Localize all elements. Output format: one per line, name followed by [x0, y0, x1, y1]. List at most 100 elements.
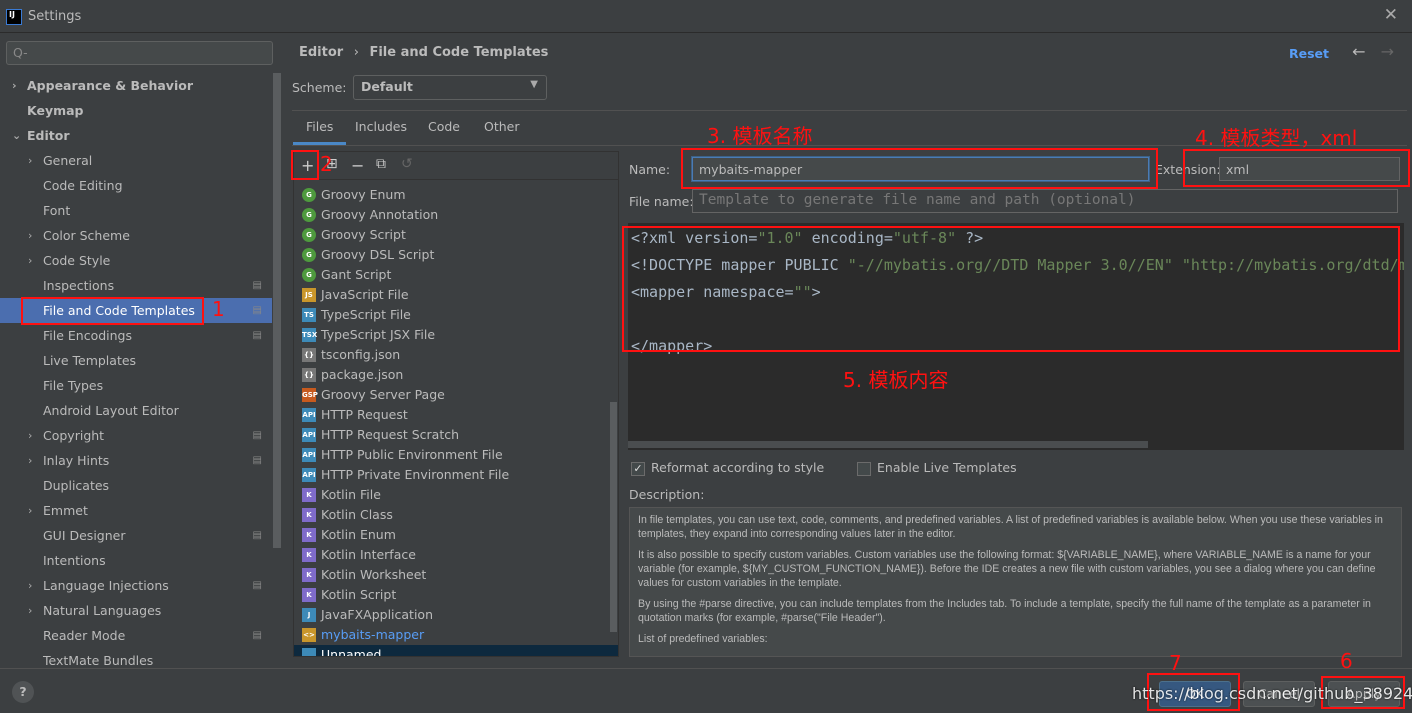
template-name: mybaits-mapper [321, 627, 425, 642]
annotation-box [291, 150, 319, 180]
template-list-item[interactable]: TS TypeScript File [294, 305, 618, 325]
template-list-item[interactable]: K Kotlin Class [294, 505, 618, 525]
template-list-item[interactable]: K Kotlin Enum [294, 525, 618, 545]
annotation-label: 6 [1340, 649, 1353, 673]
tab-includes[interactable]: Includes [342, 119, 420, 145]
annotation-label: 2 [320, 152, 333, 176]
template-list-item[interactable]: G Groovy Script [294, 225, 618, 245]
breadcrumb: Editor › File and Code Templates [299, 45, 548, 60]
help-button[interactable]: ? [12, 681, 34, 703]
file-name-input[interactable]: Template to generate file name and path … [692, 189, 1398, 213]
template-list-item[interactable]: API HTTP Request [294, 405, 618, 425]
template-list-item[interactable]: J JavaFXApplication [294, 605, 618, 625]
history-nav: ← → [1352, 42, 1394, 61]
sidebar-item[interactable]: › Appearance & Behavior [0, 73, 272, 98]
template-list-item[interactable]: {} package.json [294, 365, 618, 385]
template-list-item[interactable]: {} tsconfig.json [294, 345, 618, 365]
sidebar-item[interactable]: File Encodings ▤ [0, 323, 272, 348]
template-list-item[interactable]: K Kotlin File [294, 485, 618, 505]
reformat-checkbox[interactable]: ✓ Reformat according to style [631, 460, 824, 476]
sidebar-item[interactable]: › Inlay Hints ▤ [0, 448, 272, 473]
scheme-select[interactable]: Default ▼ [353, 75, 547, 100]
chevron-right-icon[interactable]: › [28, 598, 40, 623]
template-list-item[interactable]: G Groovy Annotation [294, 205, 618, 225]
template-list-item[interactable]: K Kotlin Worksheet [294, 565, 618, 585]
template-list-item[interactable]: GSP Groovy Server Page [294, 385, 618, 405]
template-name: Groovy Enum [321, 187, 406, 202]
live-templates-label: Enable Live Templates [877, 460, 1017, 475]
list-scrollbar[interactable] [610, 402, 617, 632]
sidebar-item-label: Live Templates [43, 353, 137, 368]
chevron-right-icon[interactable]: › [28, 423, 40, 448]
sidebar-item-label: Code Editing [43, 178, 123, 193]
sidebar-item[interactable]: Live Templates [0, 348, 272, 373]
chevron-right-icon[interactable]: › [28, 573, 40, 598]
tab-files[interactable]: Files [293, 119, 347, 145]
sidebar-item[interactable]: Android Layout Editor [0, 398, 272, 423]
template-name: HTTP Request [321, 407, 408, 422]
sidebar-item[interactable]: Intentions [0, 548, 272, 573]
sidebar-item[interactable]: ⌄ Editor [0, 123, 272, 148]
scheme-value: Default [361, 79, 413, 94]
annotation-box [622, 226, 1400, 352]
template-list-item[interactable]: API HTTP Private Environment File [294, 465, 618, 485]
template-list-item[interactable]: G Groovy Enum [294, 185, 618, 205]
reset-link[interactable]: Reset [1289, 46, 1329, 61]
template-list-item[interactable]: API HTTP Request Scratch [294, 425, 618, 445]
template-list-item[interactable]: K Kotlin Script [294, 585, 618, 605]
sidebar-item[interactable]: Duplicates [0, 473, 272, 498]
sidebar-item[interactable]: › Code Style [0, 248, 272, 273]
project-settings-icon: ▤ [252, 455, 262, 466]
sidebar-item[interactable]: Keymap [0, 98, 272, 123]
sidebar-item[interactable]: › Copyright ▤ [0, 423, 272, 448]
chevron-right-icon[interactable]: › [28, 498, 40, 523]
sidebar-item[interactable]: › Emmet [0, 498, 272, 523]
forward-arrow-icon[interactable]: → [1381, 42, 1394, 61]
template-name: Kotlin Worksheet [321, 567, 427, 582]
chevron-down-icon[interactable]: ⌄ [12, 123, 24, 148]
sidebar-item[interactable]: Inspections ▤ [0, 273, 272, 298]
chevron-right-icon[interactable]: › [28, 223, 40, 248]
sidebar-scrollbar[interactable] [273, 73, 281, 548]
template-name: Kotlin File [321, 487, 381, 502]
template-list-item[interactable]: G Groovy DSL Script [294, 245, 618, 265]
copy-icon[interactable]: ⧉ [376, 156, 386, 172]
template-name: HTTP Private Environment File [321, 467, 510, 482]
sidebar-item-label: File Encodings [43, 328, 133, 343]
sidebar-item[interactable]: › Language Injections ▤ [0, 573, 272, 598]
sidebar-item[interactable]: Code Editing [0, 173, 272, 198]
close-icon[interactable]: ✕ [1384, 5, 1398, 25]
sidebar-item[interactable]: GUI Designer ▤ [0, 523, 272, 548]
template-list-item[interactable]: API HTTP Public Environment File [294, 445, 618, 465]
template-list-item[interactable]: Unnamed [294, 645, 618, 656]
file-type-icon: G [302, 248, 316, 262]
template-list-item[interactable]: G Gant Script [294, 265, 618, 285]
template-list-item[interactable]: TSX TypeScript JSX File [294, 325, 618, 345]
reset-icon[interactable]: ↺ [401, 156, 413, 172]
chevron-right-icon[interactable]: › [28, 148, 40, 173]
sidebar-item[interactable]: › Natural Languages [0, 598, 272, 623]
template-list-item[interactable]: JS JavaScript File [294, 285, 618, 305]
remove-icon[interactable]: − [351, 156, 364, 175]
search-input[interactable]: Q- [6, 41, 273, 65]
sidebar-item[interactable]: Font [0, 198, 272, 223]
tab-other[interactable]: Other [471, 119, 533, 145]
sidebar-item[interactable]: › General [0, 148, 272, 173]
sidebar-item[interactable]: › Color Scheme [0, 223, 272, 248]
sidebar-item[interactable]: Reader Mode ▤ [0, 623, 272, 648]
chevron-right-icon[interactable]: › [28, 448, 40, 473]
file-type-icon: G [302, 208, 316, 222]
chevron-right-icon[interactable]: › [28, 248, 40, 273]
tab-code[interactable]: Code [415, 119, 473, 145]
chevron-right-icon[interactable]: › [12, 73, 24, 98]
template-list-item[interactable]: <> mybaits-mapper [294, 625, 618, 645]
breadcrumb-parent[interactable]: Editor [299, 45, 343, 60]
editor-h-scrollbar[interactable] [628, 441, 1148, 448]
sidebar-item[interactable]: File Types [0, 373, 272, 398]
chevron-down-icon: ▼ [530, 79, 538, 90]
live-templates-checkbox[interactable]: Enable Live Templates [857, 460, 1017, 476]
breadcrumb-separator: › [353, 45, 359, 60]
template-list-item[interactable]: K Kotlin Interface [294, 545, 618, 565]
back-arrow-icon[interactable]: ← [1352, 42, 1365, 61]
template-name: Groovy Annotation [321, 207, 439, 222]
